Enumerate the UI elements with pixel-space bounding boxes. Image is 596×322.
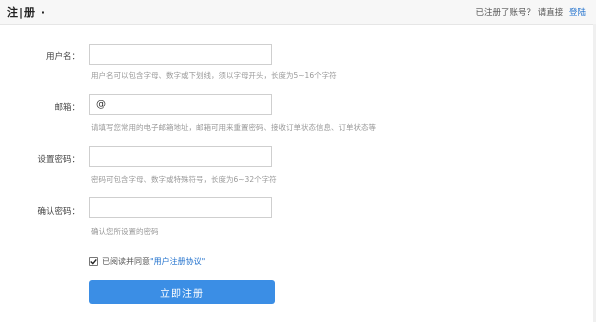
has-account-text: 已注册了账号？ xyxy=(475,8,536,18)
agreement-row: 已阅读并同意 "用户注册协议" xyxy=(89,256,205,267)
username-hint: 用户名可以包含字母、数字或下划线，须以字母开头，长度为5~16个字符 xyxy=(91,71,337,80)
register-button[interactable]: 立即注册 xyxy=(89,280,275,304)
agreement-link[interactable]: "用户注册协议" xyxy=(150,256,205,267)
password-label: 设置密码： xyxy=(37,155,80,165)
password-input[interactable] xyxy=(89,146,272,167)
confirm-password-hint: 确认您所设置的密码 xyxy=(91,227,159,236)
login-link[interactable]: 登陆 xyxy=(569,8,586,18)
email-input[interactable] xyxy=(89,94,272,115)
username-input[interactable] xyxy=(89,44,272,65)
confirm-password-input[interactable] xyxy=(89,197,272,218)
agreement-checkbox[interactable] xyxy=(89,257,98,266)
checkmark-icon xyxy=(90,258,97,265)
password-hint: 密码可包含字母、数字或特殊符号，长度为6~32个字符 xyxy=(91,175,277,184)
agreement-text: 已阅读并同意 xyxy=(102,257,150,266)
confirm-password-label: 确认密码： xyxy=(37,207,80,217)
username-label: 用户名： xyxy=(45,52,80,62)
login-prompt: 已注册了账号？ 请直接 登陆 xyxy=(476,6,586,18)
login-prompt-text: 请直接 xyxy=(537,8,564,18)
top-bar: 注|册 · 已注册了账号？ 请直接 登陆 xyxy=(0,0,596,25)
site-logo: 注|册 · xyxy=(7,6,47,19)
email-hint: 请填写您常用的电子邮箱地址，邮箱可用来重置密码、接收订单状态信息、订单状态等 xyxy=(91,123,376,132)
email-label: 邮箱： xyxy=(54,103,80,113)
